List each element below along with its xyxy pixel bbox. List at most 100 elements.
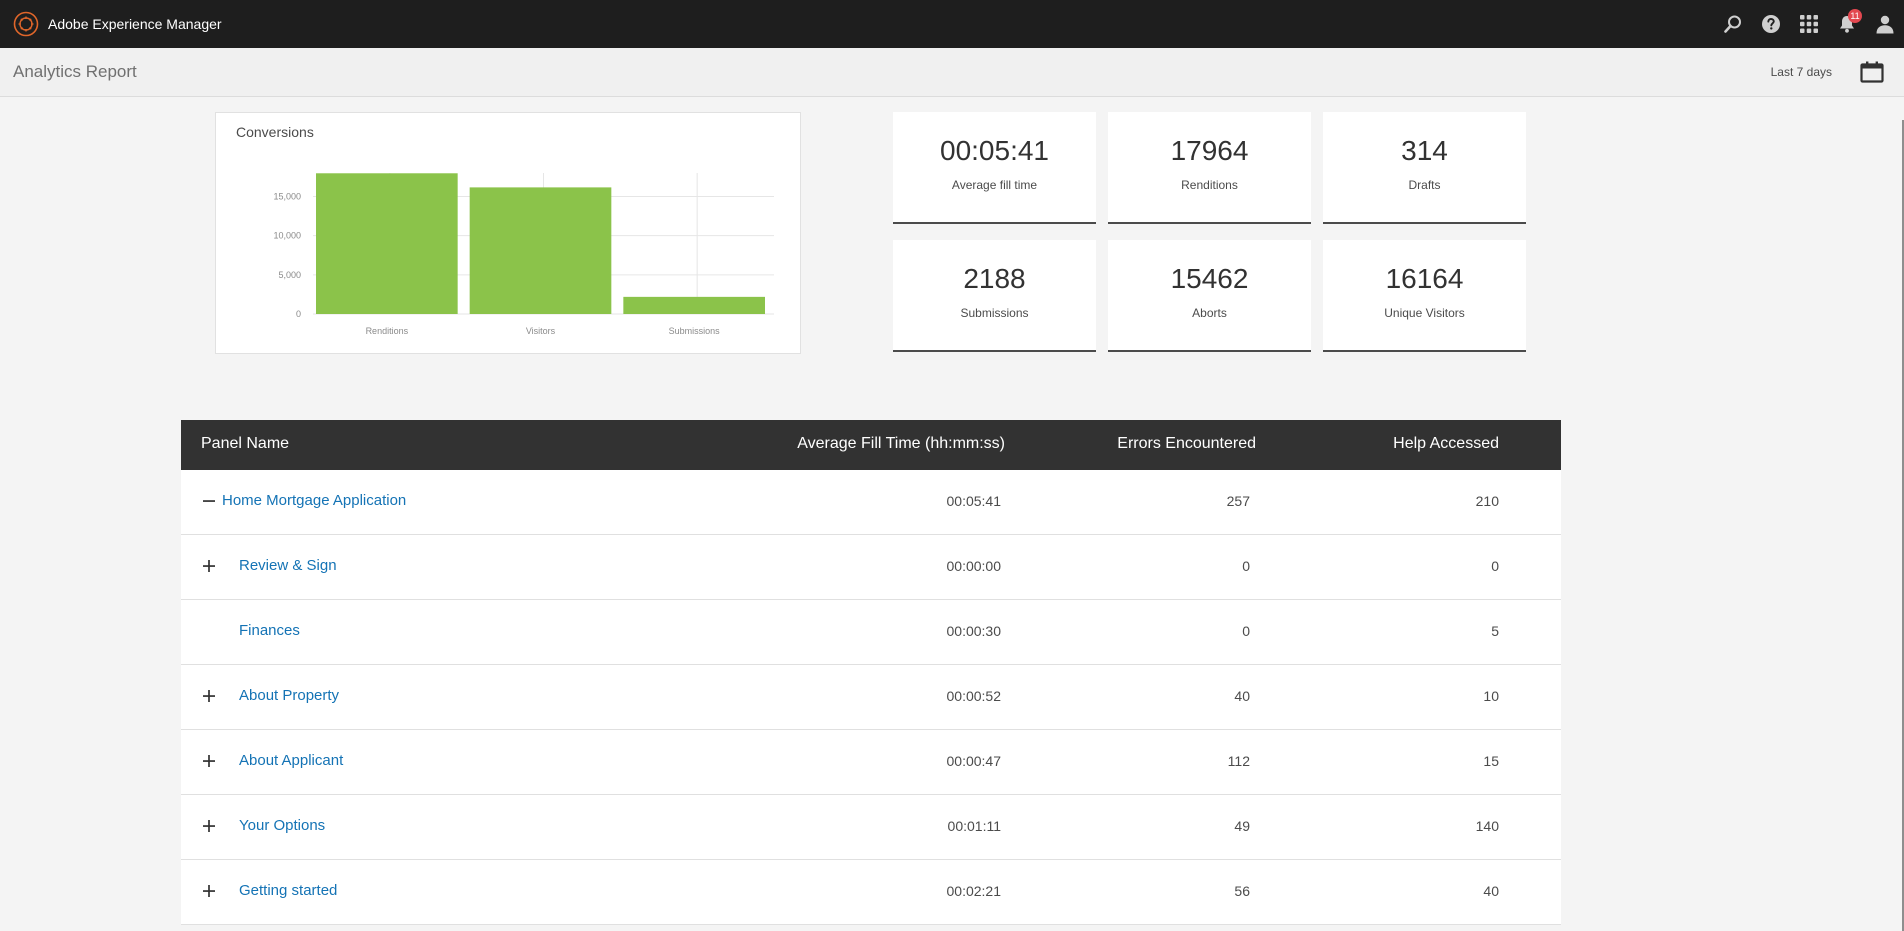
plus-icon xyxy=(203,885,215,897)
bar-submissions[interactable] xyxy=(623,296,765,314)
y-tick-label: 5,000 xyxy=(278,270,301,280)
column-header-errors[interactable]: Errors Encountered xyxy=(1117,435,1256,453)
table-row: About Property 00:00:52 40 10 xyxy=(181,665,1561,730)
page-title: Analytics Report xyxy=(13,62,137,81)
x-tick-label: Submissions xyxy=(669,326,721,336)
column-header-help-accessed[interactable]: Help Accessed xyxy=(1393,435,1499,453)
notifications-button[interactable]: 11 xyxy=(1828,0,1866,48)
conversions-chart: 0 5,000 10,000 15,000 Renditions Visitors Subm… xyxy=(273,173,774,336)
stat-label: Renditions xyxy=(1181,178,1238,192)
panel-name-link[interactable]: Home Mortgage Application xyxy=(222,492,406,509)
aem-logo-icon xyxy=(13,11,39,37)
apps-grid-icon xyxy=(1800,15,1818,33)
help-button[interactable] xyxy=(1752,0,1790,48)
date-range-label[interactable]: Last 7 days xyxy=(1771,65,1832,79)
expand-row-button[interactable] xyxy=(199,816,219,836)
stat-label: Average fill time xyxy=(951,178,1038,192)
help-accessed-cell: 0 xyxy=(1491,558,1499,574)
help-accessed-cell: 10 xyxy=(1483,688,1499,704)
average-fill-time-cell: 00:00:00 xyxy=(946,558,1002,574)
average-fill-time-cell: 00:05:41 xyxy=(946,493,1002,509)
column-header-panel-name[interactable]: Panel Name xyxy=(201,435,289,453)
help-accessed-cell: 210 xyxy=(1475,493,1499,509)
help-accessed-cell: 40 xyxy=(1483,883,1499,899)
average-fill-time-cell: 00:00:52 xyxy=(946,688,1002,704)
help-accessed-cell: 15 xyxy=(1483,753,1499,769)
stat-label: Drafts xyxy=(1408,178,1441,192)
errors-cell: 49 xyxy=(1234,818,1250,834)
errors-cell: 0 xyxy=(1242,558,1250,574)
notification-badge: 11 xyxy=(1848,9,1862,23)
search-icon xyxy=(1724,15,1741,33)
expand-row-button[interactable] xyxy=(199,751,219,771)
table-header: Panel Name Average Fill Time (hh:mm:ss) … xyxy=(181,420,1561,470)
errors-cell: 0 xyxy=(1242,623,1250,639)
errors-cell: 257 xyxy=(1226,493,1250,509)
stat-tile-drafts: 314 Drafts xyxy=(1323,112,1526,224)
panel-name-link[interactable]: Getting started xyxy=(239,882,337,899)
table-row: Finances 00:00:30 0 5 xyxy=(181,600,1561,665)
panel-report-table: Panel Name Average Fill Time (hh:mm:ss) … xyxy=(181,420,1561,925)
panel-name-link[interactable]: Review & Sign xyxy=(239,557,337,574)
column-header-average-fill-time[interactable]: Average Fill Time (hh:mm:ss) xyxy=(797,435,1005,453)
stat-value: 17964 xyxy=(1170,135,1249,166)
table-row: Home Mortgage Application 00:05:41 257 210 xyxy=(181,470,1561,535)
expand-row-button[interactable] xyxy=(199,881,219,901)
plus-icon xyxy=(203,755,215,767)
user-profile-button[interactable] xyxy=(1866,0,1904,48)
help-accessed-cell: 140 xyxy=(1475,818,1499,834)
solutions-button[interactable] xyxy=(1790,0,1828,48)
table-row: About Applicant 00:00:47 112 15 xyxy=(181,730,1561,795)
table-row: Getting started 00:02:21 56 40 xyxy=(181,860,1561,925)
user-icon xyxy=(1876,15,1894,34)
y-tick-label: 15,000 xyxy=(273,192,301,202)
panel-name-link[interactable]: Finances xyxy=(239,622,300,639)
stat-label: Aborts xyxy=(1192,306,1227,320)
stat-label: Unique Visitors xyxy=(1384,306,1465,320)
stat-tile-unique-visitors: 16164 Unique Visitors xyxy=(1323,240,1526,352)
average-fill-time-cell: 00:01:11 xyxy=(947,818,1001,834)
y-tick-label: 0 xyxy=(296,309,301,319)
stat-tile-submissions: 2188 Submissions xyxy=(893,240,1096,352)
help-icon xyxy=(1762,15,1780,33)
app-title: Adobe Experience Manager xyxy=(48,16,222,32)
minus-icon xyxy=(203,500,215,502)
panel-name-link[interactable]: Your Options xyxy=(239,817,325,834)
collapse-row-button[interactable] xyxy=(199,491,219,511)
average-fill-time-cell: 00:00:30 xyxy=(946,623,1002,639)
table-row: Review & Sign 00:00:00 0 0 xyxy=(181,535,1561,600)
errors-cell: 40 xyxy=(1234,688,1250,704)
stat-tile-renditions: 17964 Renditions xyxy=(1108,112,1311,224)
stat-value: 16164 xyxy=(1385,263,1464,294)
stat-value: 00:05:41 xyxy=(940,135,1049,166)
x-tick-label: Renditions xyxy=(366,326,409,336)
average-fill-time-cell: 00:02:21 xyxy=(946,883,1002,899)
bar-visitors[interactable] xyxy=(469,187,612,314)
bar-renditions[interactable] xyxy=(316,173,458,314)
conversions-chart-card: Conversions 0 5,000 10,000 15,000 Renditions… xyxy=(215,112,801,354)
global-actions: 11 xyxy=(1714,0,1904,48)
action-bar: Analytics Report Last 7 days xyxy=(0,48,1904,97)
panel-name-link[interactable]: About Applicant xyxy=(239,752,343,769)
stat-value: 314 xyxy=(1401,135,1448,166)
date-range-button[interactable] xyxy=(1852,52,1892,92)
errors-cell: 112 xyxy=(1227,753,1250,769)
stats-grid: 00:05:41 Average fill time 17964 Renditi… xyxy=(893,112,1527,352)
stat-tile-average-fill-time: 00:05:41 Average fill time xyxy=(893,112,1096,224)
average-fill-time-cell: 00:00:47 xyxy=(946,753,1002,769)
panel-name-link[interactable]: About Property xyxy=(239,687,339,704)
brand[interactable]: Adobe Experience Manager xyxy=(13,11,222,37)
expand-row-button[interactable] xyxy=(199,556,219,576)
global-nav-bar: Adobe Experience Manager 11 xyxy=(0,0,1904,48)
x-tick-label: Visitors xyxy=(526,326,556,336)
plus-icon xyxy=(203,560,215,572)
calendar-icon xyxy=(1860,61,1884,83)
expand-row-button[interactable] xyxy=(199,686,219,706)
stat-value: 2188 xyxy=(963,263,1026,294)
plus-icon xyxy=(203,690,215,702)
plus-icon xyxy=(203,820,215,832)
errors-cell: 56 xyxy=(1234,883,1250,899)
stat-label: Submissions xyxy=(960,306,1029,320)
table-body: Home Mortgage Application 00:05:41 257 210 R… xyxy=(181,470,1561,925)
search-button[interactable] xyxy=(1714,0,1752,48)
